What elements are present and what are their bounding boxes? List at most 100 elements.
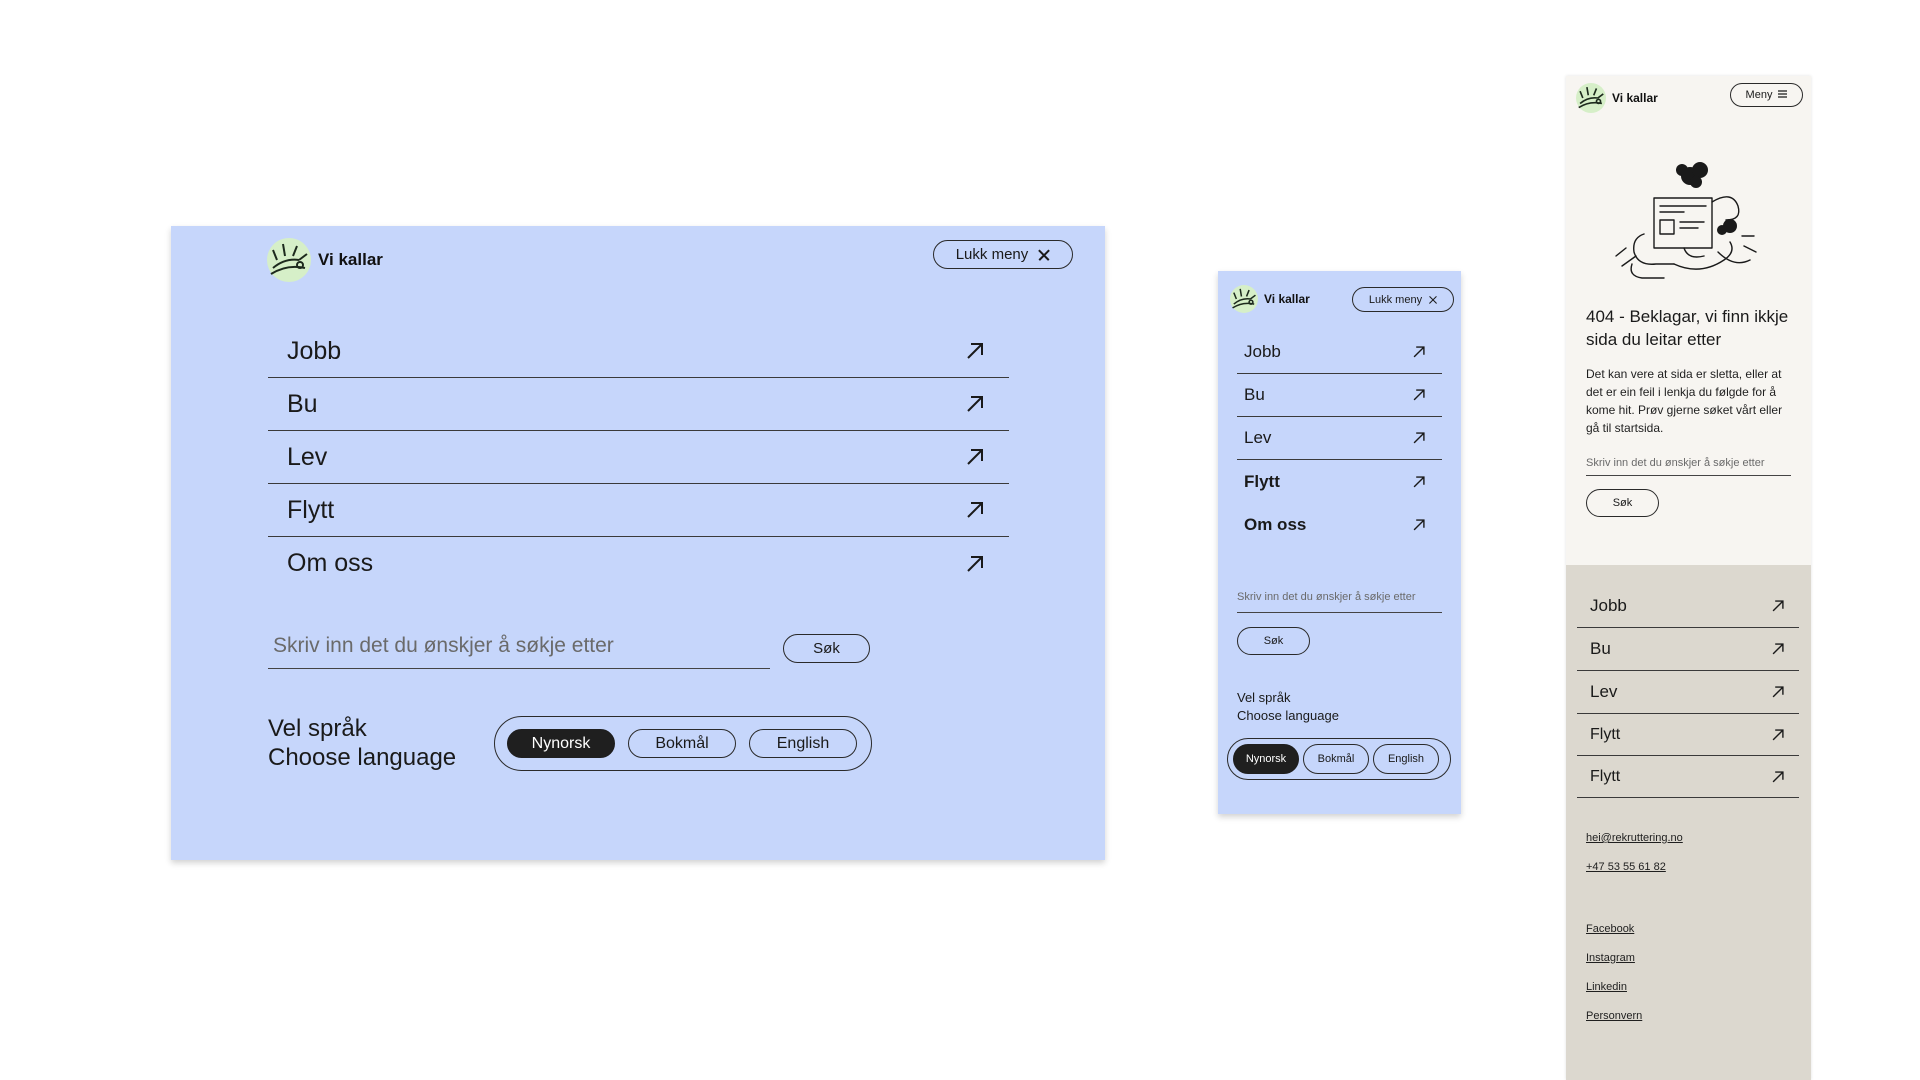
- arrow-up-right-icon: [1771, 770, 1785, 784]
- arrow-up-right-icon: [965, 554, 985, 574]
- arrow-up-right-icon: [1771, 599, 1785, 613]
- nav-item-bu[interactable]: Bu: [1237, 374, 1442, 417]
- search-input[interactable]: [1237, 581, 1442, 613]
- nav-label: Flytt: [1590, 725, 1621, 743]
- main-nav: Jobb Bu Lev Flytt Om oss: [1237, 331, 1442, 546]
- nav-label: Lev: [287, 442, 328, 471]
- nav-label: Bu: [1244, 385, 1265, 404]
- arrow-up-right-icon: [1412, 345, 1426, 359]
- search-button[interactable]: Søk: [783, 634, 870, 663]
- language-heading-en: Choose language: [1237, 708, 1339, 723]
- language-option-label: Bokmål: [1317, 753, 1355, 765]
- arrow-up-right-icon: [1771, 685, 1785, 699]
- brand-name: Vi kallar: [318, 250, 383, 269]
- nav-label: Om oss: [287, 549, 374, 577]
- language-option-label: English: [1387, 753, 1425, 765]
- arrow-up-right-icon: [1412, 475, 1426, 489]
- language-option-english[interactable]: English: [749, 729, 857, 758]
- arrow-up-right-icon: [1412, 518, 1426, 532]
- arrow-up-right-icon: [1412, 388, 1426, 402]
- footer: Jobb Bu Lev Flytt Flytt hei@rekruttering…: [1566, 565, 1811, 1080]
- arrow-up-right-icon: [965, 394, 985, 414]
- nav-item-bu[interactable]: Bu: [1577, 628, 1799, 671]
- contact-phone-link[interactable]: +47 53 55 61 82: [1586, 861, 1666, 873]
- logo-mark-icon: [267, 238, 311, 282]
- language-option-nynorsk[interactable]: Nynorsk: [1233, 744, 1299, 774]
- logo-mark-icon: [1230, 285, 1258, 313]
- error-illustration: [1614, 156, 1764, 286]
- close-menu-button[interactable]: Lukk meny .f1x::before,.f1x::after{width…: [933, 240, 1073, 269]
- nav-label: Bu: [1590, 639, 1611, 658]
- language-option-label: Bokmål: [655, 734, 709, 752]
- nav-item-flytt-2[interactable]: Flytt: [1577, 756, 1799, 798]
- arrow-up-right-icon: [1771, 728, 1785, 742]
- language-heading-nn: Vel språk: [268, 715, 367, 742]
- menu-button[interactable]: Meny: [1730, 83, 1803, 107]
- search-button-label: Søk: [1612, 497, 1633, 509]
- page-content: Vi kallar Meny 404 - Beklagar, vi finn i…: [1566, 76, 1811, 565]
- menu-button-label: Meny: [1745, 89, 1773, 101]
- nav-label: Jobb: [287, 336, 342, 365]
- nav-label: Lev: [1590, 682, 1618, 701]
- nav-label: Om oss: [1244, 514, 1307, 534]
- nav-item-lev[interactable]: Lev: [268, 431, 1009, 484]
- language-heading: Vel språk Choose language: [268, 714, 456, 772]
- linkedin-link[interactable]: Linkedin: [1586, 981, 1627, 993]
- language-heading-nn: Vel språk: [1237, 690, 1291, 705]
- arrow-up-right-icon: [1771, 642, 1785, 656]
- close-icon: [1428, 295, 1437, 304]
- nav-item-jobb[interactable]: Jobb: [1237, 331, 1442, 374]
- main-nav: Jobb Bu Lev Flytt Om oss: [268, 325, 1009, 590]
- nav-item-lev[interactable]: Lev: [1577, 671, 1799, 714]
- brand-logo[interactable]: Vi kallar: [267, 238, 383, 282]
- desktop-menu-frame: Vi kallar Lukk meny .f1x::before,.f1x::a…: [171, 226, 1105, 860]
- language-option-nynorsk[interactable]: Nynorsk: [507, 729, 615, 758]
- footer-nav: Jobb Bu Lev Flytt Flytt: [1577, 585, 1799, 798]
- arrow-up-right-icon: [1412, 431, 1426, 445]
- nav-item-bu[interactable]: Bu: [268, 378, 1009, 431]
- nav-item-flytt[interactable]: Flytt: [268, 484, 1009, 537]
- nav-label: Flytt: [287, 495, 335, 524]
- close-icon: .f1x::before,.f1x::after{width:14px;}: [1037, 248, 1050, 261]
- nav-item-jobb[interactable]: Jobb: [268, 325, 1009, 378]
- brand-name: Vi kallar: [1264, 292, 1310, 306]
- search-button[interactable]: Søk: [1586, 489, 1659, 517]
- instagram-link[interactable]: Instagram: [1586, 952, 1635, 964]
- brand-logo[interactable]: Vi kallar: [1230, 285, 1310, 313]
- language-option-label: Nynorsk: [1245, 753, 1287, 765]
- language-option-english[interactable]: English: [1373, 744, 1439, 774]
- search-button-label: Søk: [813, 640, 840, 657]
- mobile-menu-frame: Vi kallar Lukk meny Jobb Bu Lev Flytt Om…: [1218, 271, 1461, 814]
- brand-logo[interactable]: Vi kallar: [1576, 83, 1658, 113]
- arrow-up-right-icon: [965, 500, 985, 520]
- nav-label: Flytt: [1590, 767, 1621, 785]
- nav-label: Bu: [287, 389, 318, 418]
- nav-item-om-oss[interactable]: Om oss: [268, 537, 1009, 590]
- close-menu-button[interactable]: Lukk meny: [1352, 287, 1454, 312]
- search-input[interactable]: [1586, 450, 1791, 476]
- nav-item-flytt[interactable]: Flytt: [1237, 460, 1442, 503]
- mobile-404-frame: Vi kallar Meny 404 - Beklagar, vi finn i…: [1566, 76, 1811, 1080]
- nav-label: Jobb: [1590, 596, 1627, 615]
- language-switcher: Nynorsk Bokmål English: [494, 716, 872, 771]
- nav-label: Lev: [1244, 428, 1272, 447]
- search-input[interactable]: [268, 624, 770, 669]
- search-button-label: Søk: [1263, 635, 1284, 647]
- hamburger-icon: [1778, 89, 1788, 101]
- nav-item-jobb[interactable]: Jobb: [1577, 585, 1799, 628]
- contact-email-link[interactable]: hei@rekruttering.no: [1586, 832, 1683, 844]
- search-button[interactable]: Søk: [1237, 627, 1310, 655]
- language-option-bokmal[interactable]: Bokmål: [628, 729, 736, 758]
- language-heading-en: Choose language: [268, 744, 457, 771]
- nav-item-flytt[interactable]: Flytt: [1577, 714, 1799, 756]
- facebook-link[interactable]: Facebook: [1586, 923, 1634, 935]
- nav-item-om-oss[interactable]: Om oss: [1237, 503, 1442, 546]
- privacy-link[interactable]: Personvern: [1586, 1010, 1642, 1022]
- nav-item-lev[interactable]: Lev: [1237, 417, 1442, 460]
- brand-name: Vi kallar: [1612, 91, 1658, 105]
- nav-label: Jobb: [1244, 342, 1281, 361]
- error-title: 404 - Beklagar, vi finn ikkje sida du le…: [1586, 307, 1789, 349]
- error-body: Det kan vere at sida er sletta, eller at…: [1586, 367, 1783, 435]
- language-switcher: Nynorsk Bokmål English: [1227, 738, 1451, 780]
- language-option-bokmal[interactable]: Bokmål: [1303, 744, 1369, 774]
